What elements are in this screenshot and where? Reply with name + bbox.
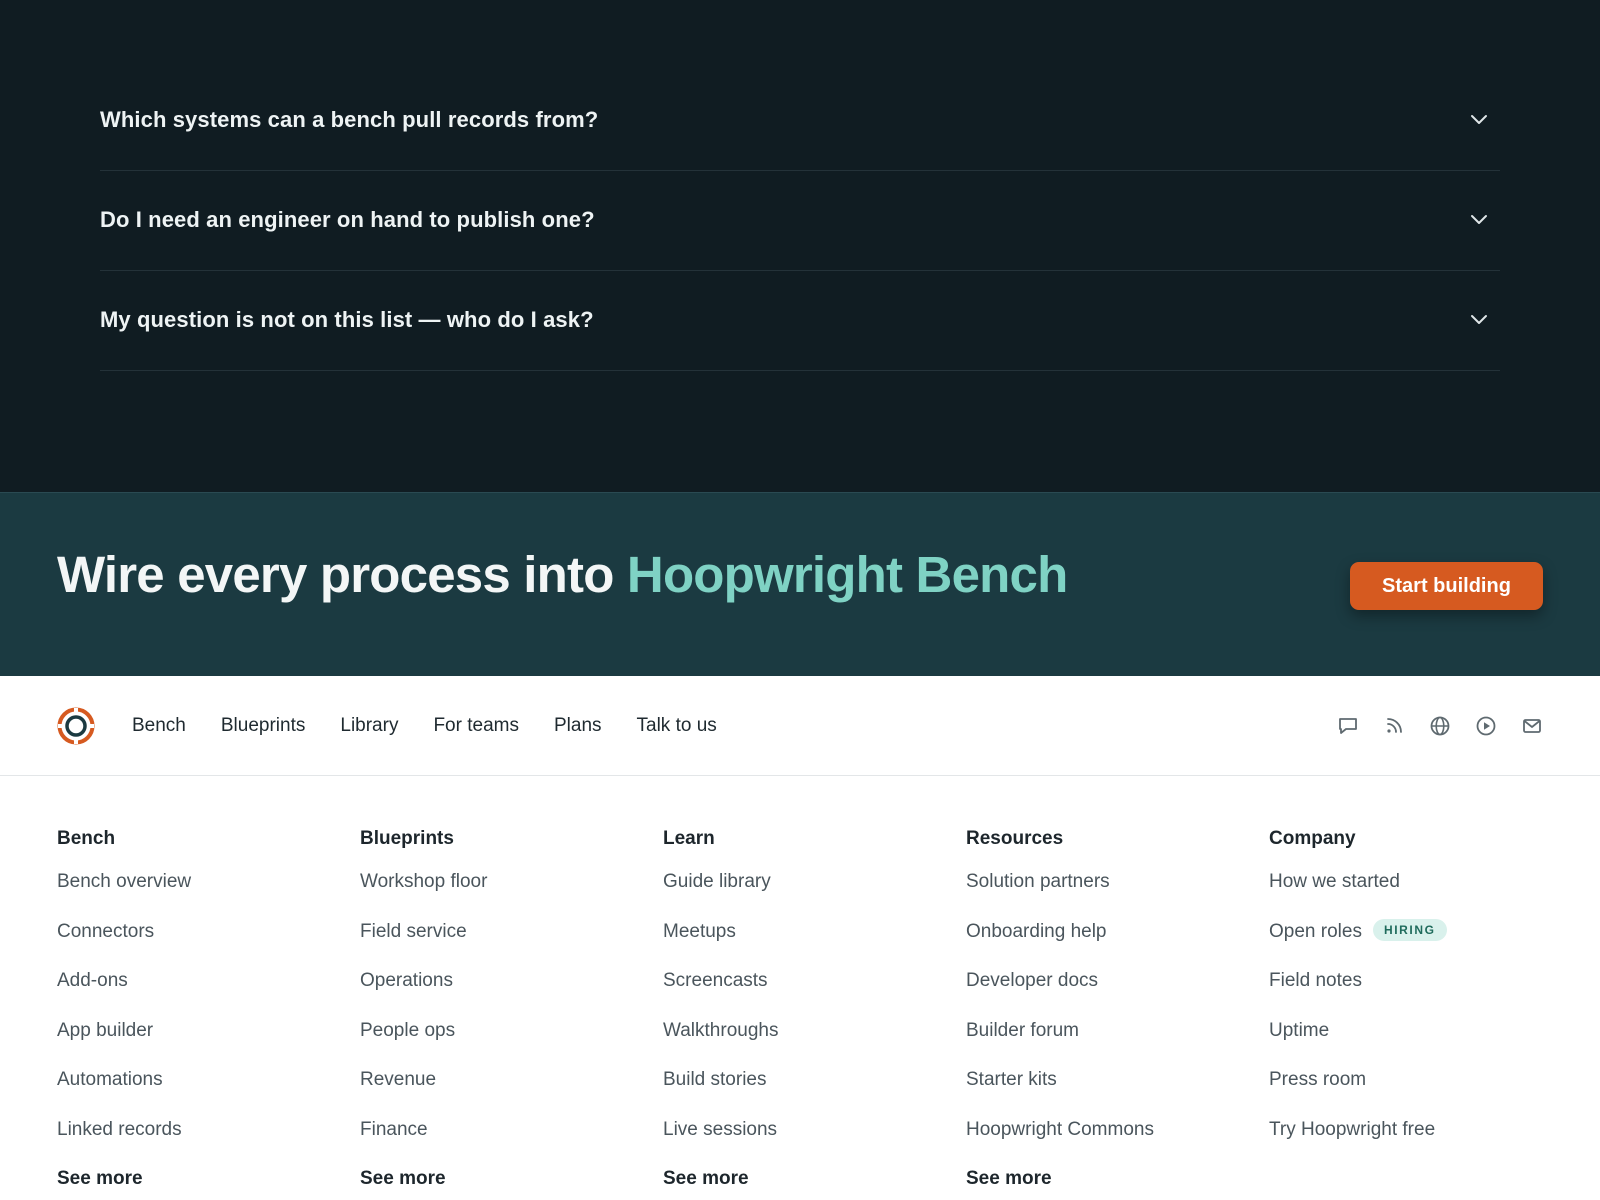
start-building-button[interactable]: Start building — [1350, 562, 1543, 610]
social-links — [1336, 714, 1544, 738]
chevron-down-icon[interactable] — [1468, 309, 1490, 331]
chevron-down-icon[interactable] — [1468, 109, 1490, 131]
nav-link-talk-to-us[interactable]: Talk to us — [637, 715, 717, 737]
footer-column-blueprints: Blueprints Workshop floor Field service … — [360, 828, 663, 1198]
footer-link[interactable]: Build stories — [663, 1069, 966, 1119]
footer-link[interactable]: Workshop floor — [360, 871, 663, 921]
footer-link[interactable]: Live sessions — [663, 1119, 966, 1169]
footer-link[interactable]: Connectors — [57, 921, 360, 971]
mail-icon[interactable] — [1520, 714, 1544, 738]
hiring-badge: HIRING — [1372, 918, 1447, 941]
nav-link-for-teams[interactable]: For teams — [433, 715, 519, 737]
nav-link-plans[interactable]: Plans — [554, 715, 602, 737]
column-heading: Resources — [966, 828, 1064, 849]
faq-item[interactable]: Do I need an engineer on hand to publish… — [100, 171, 1500, 271]
footer-column-bench: Bench Bench overview Connectors Add-ons … — [57, 828, 360, 1198]
footer-column-company: Company How we started Open roles HIRING … — [1269, 828, 1572, 1198]
footer-link[interactable]: How we started — [1269, 871, 1572, 921]
open-roles-label: Open roles — [1269, 920, 1362, 942]
footer-link[interactable]: Uptime — [1269, 1020, 1572, 1070]
footer-link[interactable]: Bench overview — [57, 871, 360, 921]
nav-link-blueprints[interactable]: Blueprints — [221, 715, 306, 737]
cta-title-prefix: Wire every process into — [57, 546, 627, 603]
see-more-link[interactable]: See more — [663, 1168, 966, 1198]
footer-nav-links: Bench Blueprints Library For teams Plans… — [132, 676, 752, 776]
see-more-link[interactable]: See more — [966, 1168, 1269, 1198]
chevron-down-icon[interactable] — [1468, 209, 1490, 231]
footer-link[interactable]: Screencasts — [663, 970, 966, 1020]
footer-link[interactable]: Press room — [1269, 1069, 1572, 1119]
footer-link[interactable]: Builder forum — [966, 1020, 1269, 1070]
faq-question: Which systems can a bench pull records f… — [100, 106, 599, 132]
footer-link[interactable]: Solution partners — [966, 871, 1269, 921]
footer-link[interactable]: Starter kits — [966, 1069, 1269, 1119]
footer-columns: Bench Bench overview Connectors Add-ons … — [57, 828, 1572, 1198]
footer-link[interactable]: Developer docs — [966, 970, 1269, 1020]
rss-icon[interactable] — [1382, 714, 1406, 738]
play-icon[interactable] — [1474, 714, 1498, 738]
faq-item[interactable]: My question is not on this list — who do… — [100, 271, 1500, 371]
footer-link[interactable]: Field notes — [1269, 970, 1572, 1020]
footer-link[interactable]: Meetups — [663, 921, 966, 971]
chat-icon[interactable] — [1336, 714, 1360, 738]
see-more-link[interactable]: See more — [360, 1168, 663, 1198]
cta-title-accent: Hoopwright Bench — [626, 546, 1068, 603]
footer-link[interactable]: People ops — [360, 1020, 663, 1070]
globe-icon[interactable] — [1428, 714, 1452, 738]
open-roles-link[interactable]: Open roles HIRING — [1269, 918, 1572, 971]
footer-link[interactable]: Guide library — [663, 871, 966, 921]
faq-question: My question is not on this list — who do… — [100, 306, 594, 332]
footer-link[interactable]: Field service — [360, 921, 663, 971]
footer-link[interactable]: Add-ons — [57, 970, 360, 1020]
footer-link[interactable]: Operations — [360, 970, 663, 1020]
faq-item[interactable]: Which systems can a bench pull records f… — [100, 71, 1500, 171]
cta-title: Wire every process into Hoopwright Bench — [57, 545, 1068, 604]
see-more-link[interactable]: See more — [57, 1168, 360, 1198]
hoopwright-logo-icon[interactable] — [57, 707, 95, 745]
footer-link[interactable]: Linked records — [57, 1119, 360, 1169]
footer-link[interactable]: Finance — [360, 1119, 663, 1169]
footer-column-learn: Learn Guide library Meetups Screencasts … — [663, 828, 966, 1198]
nav-link-bench[interactable]: Bench — [132, 715, 186, 737]
faq-section: Which systems can a bench pull records f… — [0, 0, 1600, 492]
column-heading: Company — [1269, 828, 1356, 849]
footer-link[interactable]: Walkthroughs — [663, 1020, 966, 1070]
footer-link[interactable]: Hoopwright Commons — [966, 1119, 1269, 1169]
footer-column-resources: Resources Solution partners Onboarding h… — [966, 828, 1269, 1198]
footer-link[interactable]: Revenue — [360, 1069, 663, 1119]
footer-link[interactable]: App builder — [57, 1020, 360, 1070]
faq-question: Do I need an engineer on hand to publish… — [100, 206, 595, 232]
cta-band: Wire every process into Hoopwright Bench… — [0, 492, 1600, 676]
column-heading: Blueprints — [360, 828, 454, 849]
footer-link[interactable]: Onboarding help — [966, 921, 1269, 971]
footer-link[interactable]: Try Hoopwright free — [1269, 1119, 1572, 1169]
footer-nav: Bench Blueprints Library For teams Plans… — [0, 676, 1600, 776]
column-heading: Bench — [57, 828, 116, 849]
column-heading: Learn — [663, 828, 715, 849]
nav-link-library[interactable]: Library — [340, 715, 398, 737]
faq-list: Which systems can a bench pull records f… — [100, 71, 1500, 371]
footer-link[interactable]: Automations — [57, 1069, 360, 1119]
